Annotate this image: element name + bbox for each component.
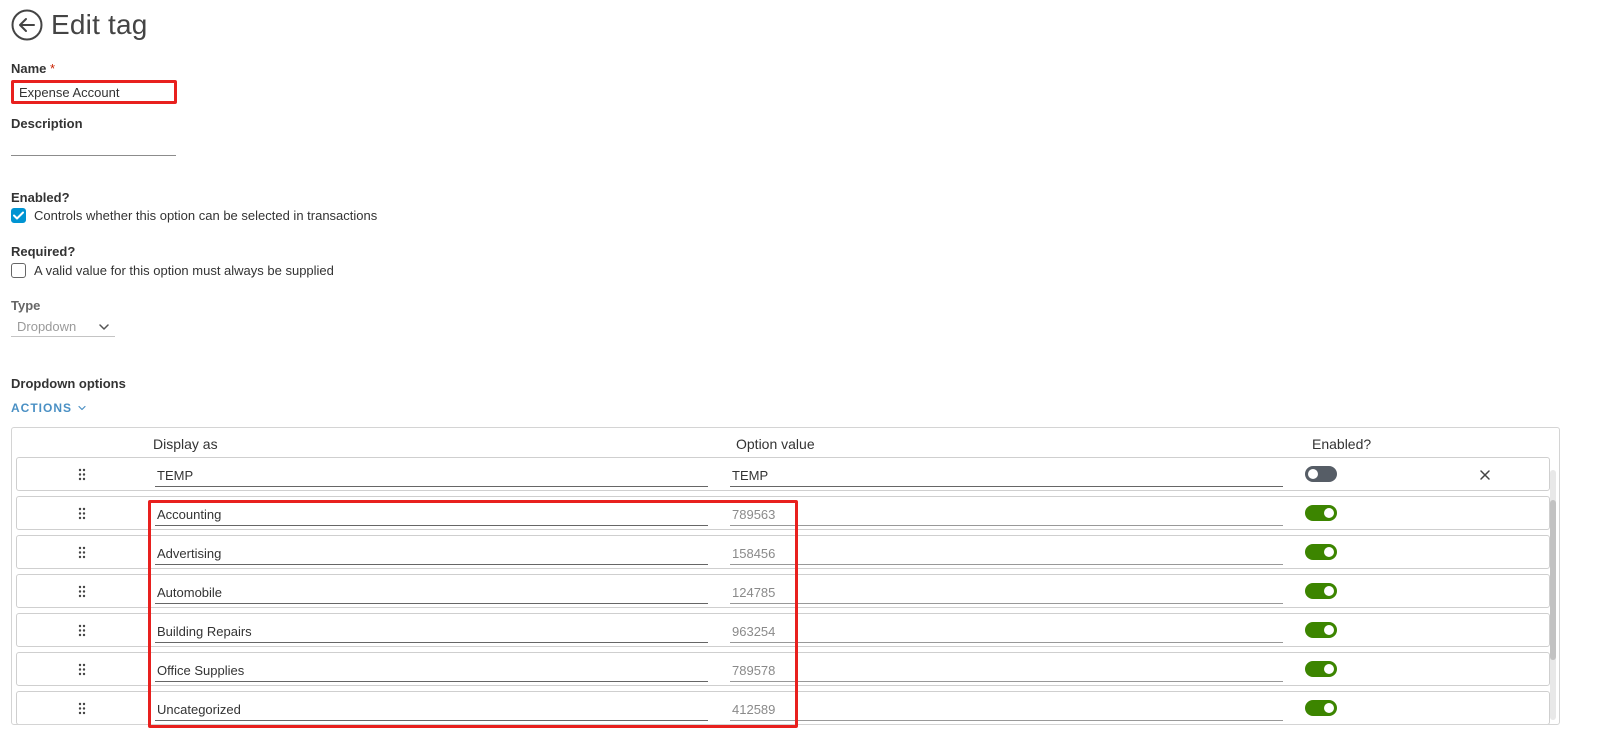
required-checkbox-text: A valid value for this option must alway… bbox=[34, 263, 334, 278]
option-value-input[interactable] bbox=[730, 543, 1283, 565]
display-as-input[interactable] bbox=[155, 660, 708, 682]
enabled-toggle[interactable] bbox=[1305, 544, 1337, 560]
toggle-knob bbox=[1324, 508, 1334, 518]
page-title: Edit tag bbox=[51, 9, 148, 40]
name-label-text: Name bbox=[11, 61, 47, 76]
chevron-down-icon bbox=[99, 323, 109, 330]
table-row bbox=[16, 652, 1550, 686]
name-input[interactable] bbox=[11, 80, 177, 104]
display-as-input[interactable] bbox=[155, 621, 708, 643]
drag-handle-icon[interactable] bbox=[78, 624, 86, 637]
edit-tag-page: Edit tag Name * Description Enabled? Con… bbox=[0, 0, 1614, 752]
required-checkbox[interactable] bbox=[11, 263, 26, 278]
option-value-input[interactable] bbox=[730, 582, 1283, 604]
type-select[interactable]: Dropdown bbox=[11, 317, 115, 337]
required-label: Required? bbox=[11, 244, 76, 259]
option-value-input[interactable] bbox=[730, 621, 1283, 643]
column-header-value: Option value bbox=[736, 436, 815, 452]
description-input[interactable] bbox=[11, 136, 176, 156]
table-scrollbar[interactable] bbox=[1550, 470, 1556, 720]
toggle-knob bbox=[1308, 469, 1318, 479]
dropdown-options-label: Dropdown options bbox=[11, 376, 126, 391]
back-arrow-icon[interactable] bbox=[11, 9, 43, 41]
toggle-knob bbox=[1324, 547, 1334, 557]
drag-handle-icon[interactable] bbox=[78, 507, 86, 520]
option-value-input[interactable] bbox=[730, 660, 1283, 682]
display-as-input[interactable] bbox=[155, 543, 708, 565]
enabled-toggle[interactable] bbox=[1305, 466, 1337, 482]
option-value-input[interactable] bbox=[730, 699, 1283, 721]
enabled-toggle[interactable] bbox=[1305, 700, 1337, 716]
display-as-input[interactable] bbox=[155, 504, 708, 526]
column-header-display: Display as bbox=[153, 436, 218, 452]
page-header: Edit tag bbox=[11, 8, 148, 42]
toggle-knob bbox=[1324, 586, 1334, 596]
option-value-input[interactable] bbox=[730, 465, 1283, 487]
toggle-knob bbox=[1324, 664, 1334, 674]
required-asterisk: * bbox=[50, 61, 56, 76]
enabled-toggle[interactable] bbox=[1305, 622, 1337, 638]
checkmark-icon bbox=[13, 211, 24, 220]
dropdown-options-table: Display as Option value Enabled? bbox=[11, 427, 1560, 725]
scrollbar-thumb[interactable] bbox=[1550, 500, 1556, 660]
type-select-value: Dropdown bbox=[17, 319, 77, 334]
column-header-enabled: Enabled? bbox=[1312, 436, 1372, 452]
drag-handle-icon[interactable] bbox=[78, 702, 86, 715]
enabled-checkbox-row: Controls whether this option can be sele… bbox=[11, 208, 377, 223]
display-as-input[interactable] bbox=[155, 465, 708, 487]
table-row bbox=[16, 574, 1550, 608]
actions-button-label: ACTIONS bbox=[11, 401, 72, 415]
enabled-toggle[interactable] bbox=[1305, 661, 1337, 677]
enabled-toggle[interactable] bbox=[1305, 583, 1337, 599]
actions-button[interactable]: ACTIONS bbox=[11, 401, 86, 415]
enabled-checkbox[interactable] bbox=[11, 208, 26, 223]
required-checkbox-row: A valid value for this option must alway… bbox=[11, 263, 334, 278]
toggle-knob bbox=[1324, 703, 1334, 713]
display-as-input[interactable] bbox=[155, 699, 708, 721]
type-label: Type bbox=[11, 298, 41, 313]
table-row bbox=[16, 535, 1550, 569]
table-row bbox=[16, 613, 1550, 647]
drag-handle-icon[interactable] bbox=[78, 663, 86, 676]
chevron-down-icon bbox=[78, 405, 86, 411]
table-row bbox=[16, 496, 1550, 530]
name-label: Name * bbox=[11, 61, 55, 76]
drag-handle-icon[interactable] bbox=[78, 468, 86, 481]
option-value-input[interactable] bbox=[730, 504, 1283, 526]
description-label: Description bbox=[11, 116, 83, 131]
display-as-input[interactable] bbox=[155, 582, 708, 604]
close-icon[interactable] bbox=[1479, 469, 1491, 481]
table-row bbox=[16, 691, 1550, 724]
enabled-checkbox-text: Controls whether this option can be sele… bbox=[34, 208, 378, 223]
enabled-label: Enabled? bbox=[11, 190, 70, 205]
drag-handle-icon[interactable] bbox=[78, 546, 86, 559]
drag-handle-icon[interactable] bbox=[78, 585, 86, 598]
table-row bbox=[16, 457, 1550, 491]
toggle-knob bbox=[1324, 625, 1334, 635]
enabled-toggle[interactable] bbox=[1305, 505, 1337, 521]
